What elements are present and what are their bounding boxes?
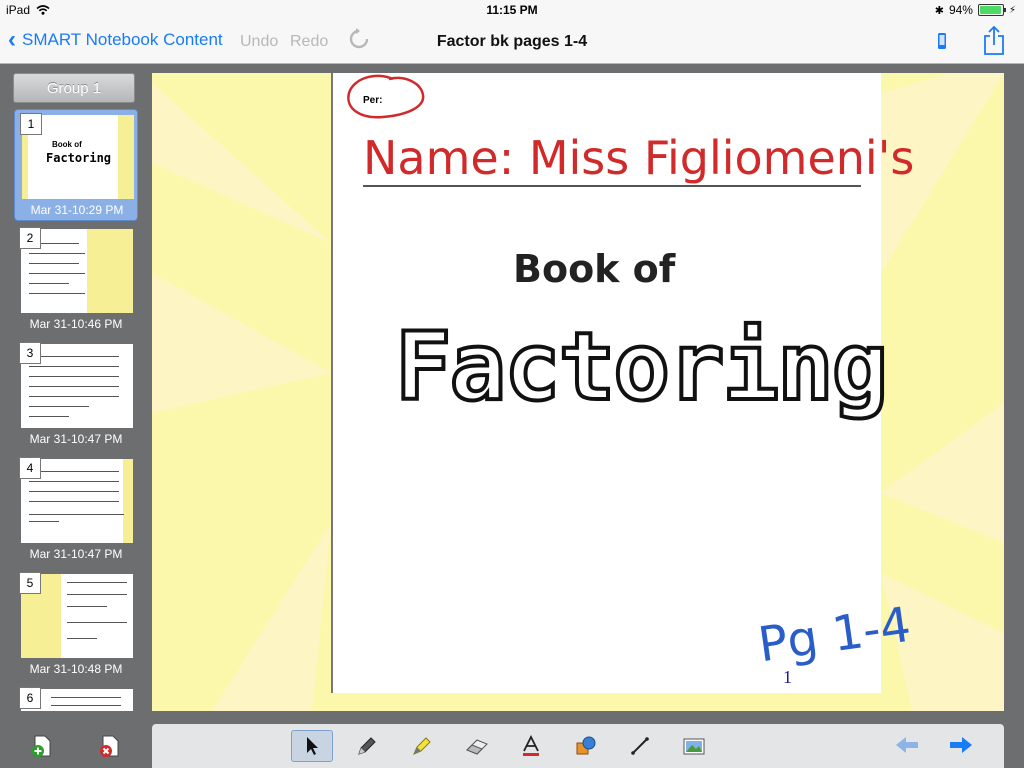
page-thumbnail-1[interactable]: Book of Factoring 1 Mar 31-10:29 PM [14, 109, 138, 221]
select-icon [307, 737, 318, 755]
status-bar: iPad 11:15 PM ✱ 94% ⚡ [0, 0, 1024, 20]
select-tool-button[interactable] [291, 730, 333, 762]
shapes-tool-button[interactable] [565, 730, 607, 762]
shapes-icon [576, 736, 596, 755]
page-timestamp: Mar 31-10:48 PM [29, 662, 123, 676]
eraser-icon [466, 739, 488, 755]
image-tool-button[interactable] [673, 730, 715, 762]
back-button[interactable]: ‹ SMART Notebook Content [8, 26, 223, 53]
charging-icon: ⚡ [1008, 4, 1016, 16]
title-line-1: Book of [513, 247, 676, 291]
per-label: Per: [363, 95, 383, 106]
group-selector-button[interactable]: Group 1 [13, 73, 135, 103]
back-label: SMART Notebook Content [22, 30, 223, 49]
arrow-left-icon [896, 737, 918, 753]
notebook-page: Per: Name: Miss Figliomeni's Book of Fac… [331, 73, 914, 693]
page-number-badge: 4 [19, 457, 41, 479]
highlighter-icon [413, 737, 431, 755]
battery-percent: 94% [948, 3, 973, 17]
title-line-2: Factoring [393, 311, 890, 424]
revert-button[interactable] [348, 28, 370, 56]
nav-bar: ‹ SMART Notebook Content Undo Redo Facto… [0, 20, 1024, 64]
page-timestamp: Mar 31-10:47 PM [29, 547, 123, 561]
line-icon [631, 737, 649, 755]
page-timestamp: Mar 31-10:46 PM [29, 317, 123, 331]
page-timestamp: Mar 31-10:29 PM [30, 203, 124, 217]
page-thumbnail-6[interactable]: 6 [14, 684, 138, 711]
page-number-badge: 5 [19, 572, 41, 594]
notebook-canvas[interactable]: Per: Name: Miss Figliomeni's Book of Fac… [152, 73, 1004, 711]
line-tool-button[interactable] [619, 730, 661, 762]
chevron-left-icon: ‹ [8, 26, 16, 53]
name-annotation: Name: Miss Figliomeni's [363, 131, 915, 185]
add-page-icon [32, 735, 51, 757]
text-tool-button[interactable] [510, 730, 552, 762]
page-number-badge: 2 [19, 227, 41, 249]
page-number-badge: 1 [20, 113, 42, 135]
page-number-badge: 6 [19, 687, 41, 709]
page-thumbnail-2[interactable]: 2 Mar 31-10:46 PM [14, 224, 138, 336]
refresh-icon [349, 28, 369, 49]
thumbnail-title-line-2: Factoring [46, 151, 112, 165]
page-thumbnail-5[interactable]: 5 Mar 31-10:48 PM [14, 569, 138, 681]
page-thumbnail-3[interactable]: 3 Mar 31-10:47 PM [14, 339, 138, 451]
phone-icon [938, 33, 946, 49]
eraser-tool-button[interactable] [456, 730, 498, 762]
delete-page-button[interactable] [98, 734, 122, 763]
pen-tool-button[interactable] [346, 730, 388, 762]
page-thumbnail-4[interactable]: 4 Mar 31-10:47 PM [14, 454, 138, 566]
undo-button[interactable]: Undo [240, 33, 278, 51]
share-button[interactable] [982, 25, 1006, 61]
text-icon [523, 735, 539, 756]
redo-button[interactable]: Redo [290, 33, 328, 51]
per-annotation [347, 74, 425, 119]
previous-page-button[interactable] [894, 734, 920, 761]
arrow-right-icon [950, 737, 972, 753]
status-time: 11:15 PM [486, 3, 538, 17]
add-page-button[interactable] [30, 734, 54, 763]
pen-icon [358, 737, 376, 755]
next-page-button[interactable] [948, 734, 974, 761]
tool-bar [152, 724, 1004, 768]
share-icon [984, 25, 1004, 55]
delete-page-icon [100, 735, 119, 757]
highlighter-tool-button[interactable] [401, 730, 443, 762]
bluetooth-icon: ✱ [934, 4, 944, 17]
page-timestamp: Mar 31-10:47 PM [29, 432, 123, 446]
battery-icon [977, 4, 1006, 16]
device-button[interactable] [936, 30, 948, 57]
thumbnail-title-line-1: Book of [52, 140, 82, 149]
page-number-badge: 3 [19, 342, 41, 364]
image-icon [683, 738, 705, 755]
name-underline [363, 185, 861, 187]
page-sorter: Group 1 Book of Factoring 1 Mar 31-10:29… [0, 65, 150, 711]
